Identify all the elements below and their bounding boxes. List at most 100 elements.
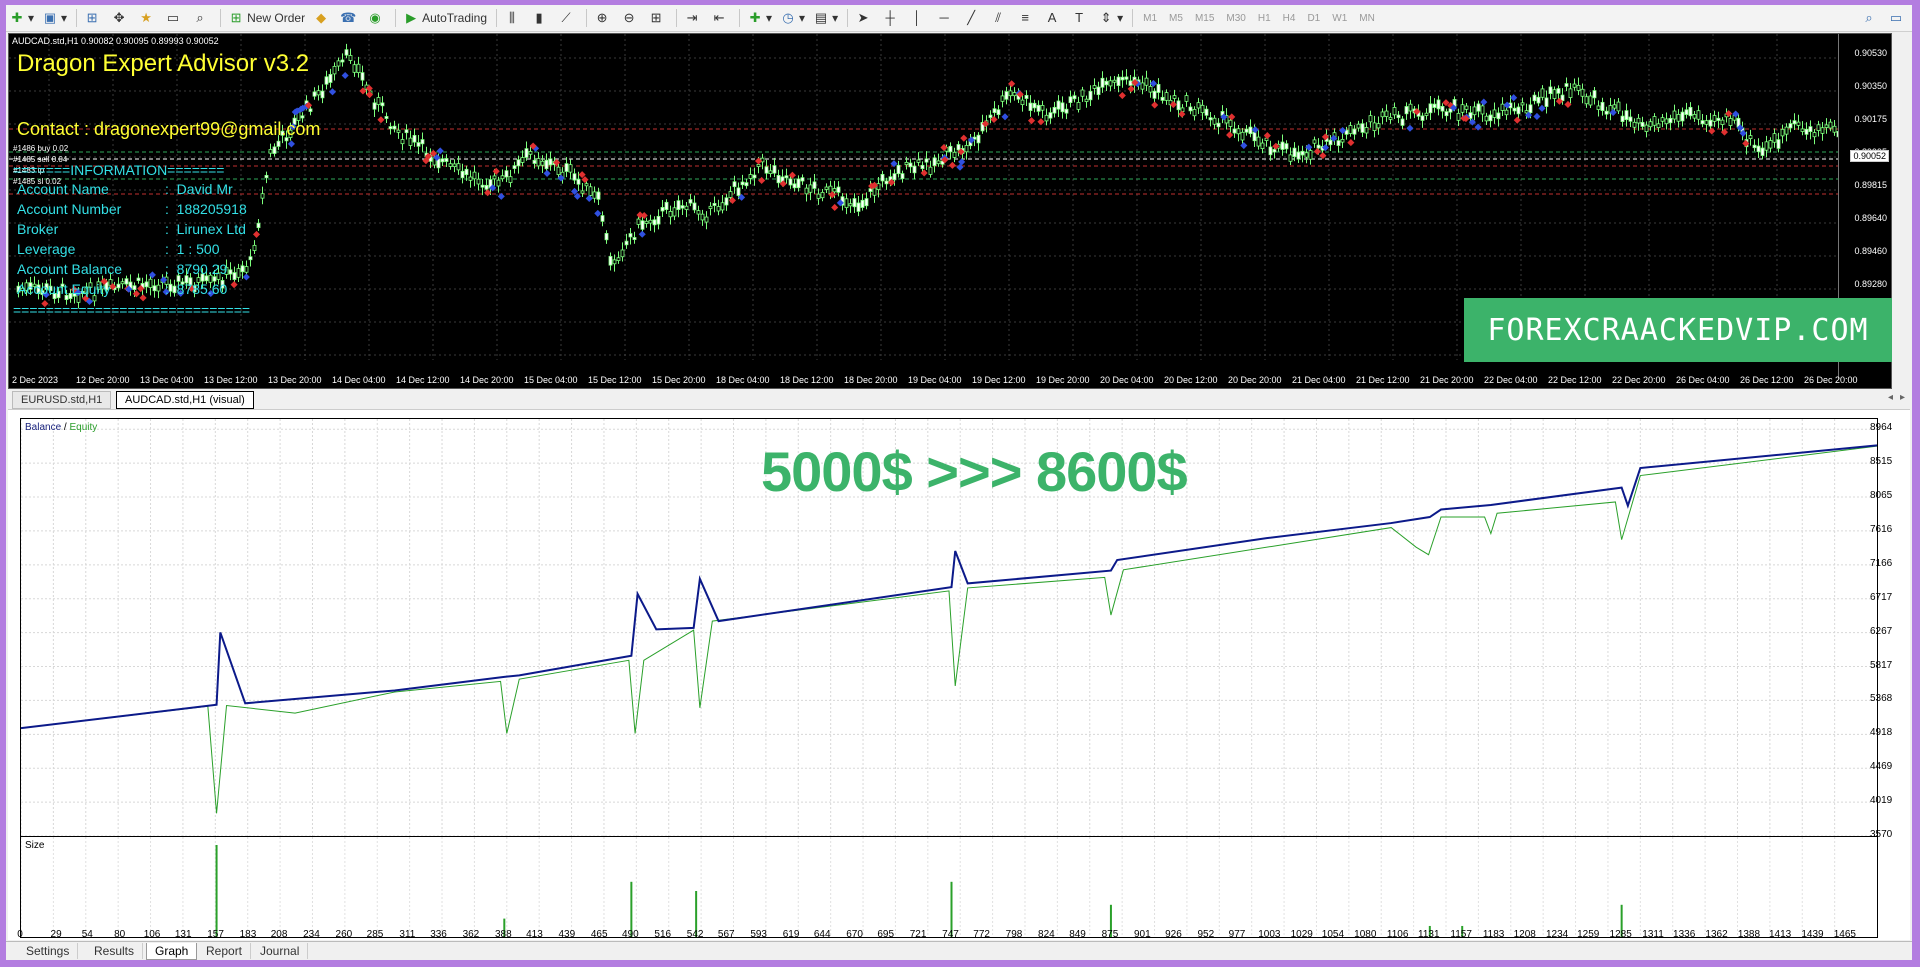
zoom-out-button[interactable]: ⊖ (618, 7, 643, 29)
tab-audcad-visual[interactable]: AUDCAD.std,H1 (visual) (116, 391, 254, 409)
tf-m15[interactable]: M15 (1189, 13, 1220, 24)
autotrading-label: AutoTrading (422, 11, 488, 25)
candle-body (248, 256, 253, 261)
templates-button[interactable]: ▤ ▾ (810, 7, 841, 29)
indicators-button[interactable]: ✚ ▾ (744, 7, 775, 29)
x-tick-label: 1054 (1321, 929, 1345, 940)
chat-button[interactable]: ▭ (1885, 7, 1910, 29)
candle-body (544, 159, 549, 170)
navigator-button[interactable]: ★ (135, 7, 160, 29)
tf-h1[interactable]: H1 (1252, 13, 1277, 24)
data-window-button[interactable]: ✥ (108, 7, 133, 29)
chart-shift-button[interactable]: ⇤ (708, 7, 733, 29)
candle-body (1368, 115, 1373, 123)
tab-settings[interactable]: Settings (18, 943, 79, 959)
market-watch-button[interactable]: ⊞ (81, 7, 106, 29)
candle-body (324, 76, 329, 85)
candle-body (772, 165, 777, 174)
x-tick-label: 824 (1038, 929, 1055, 940)
tab-results[interactable]: Results (86, 943, 144, 959)
signals-button[interactable]: ☎ (337, 7, 362, 29)
search-button[interactable]: ⌕ (1858, 7, 1883, 29)
candle-body (1384, 110, 1389, 117)
candle-body (632, 237, 637, 240)
candle-body (1548, 86, 1553, 95)
candle-body (1040, 105, 1045, 111)
new-chart-button[interactable]: ✚ ▾ (6, 7, 37, 29)
candle-body (1020, 99, 1025, 106)
candle-body (1444, 111, 1449, 117)
arrows-button[interactable]: ⇕ ▾ (1095, 7, 1126, 29)
x-tick-label: 29 (50, 929, 62, 940)
horizontal-line-button[interactable]: ─ (933, 7, 958, 29)
price-chart[interactable]: AUDCAD.std,H1 0.90082 0.90095 0.89993 0.… (8, 33, 1892, 389)
tab-journal[interactable]: Journal (252, 943, 309, 959)
tab-scroll-left-icon[interactable]: ◂ (1888, 392, 1893, 403)
text-button[interactable]: A (1041, 7, 1066, 29)
market-button[interactable]: ◉ (364, 7, 389, 29)
vertical-line-button[interactable]: │ (906, 7, 931, 29)
zoom-out-icon: ⊖ (623, 10, 635, 25)
candle-body (244, 266, 249, 273)
candle-body (508, 176, 513, 183)
tab-eurusd[interactable]: EURUSD.std,H1 (12, 391, 112, 409)
price-label: 0.90530 (1854, 48, 1887, 58)
legend-balance: Balance (25, 422, 62, 433)
periods-button[interactable]: ◷ ▾ (777, 7, 808, 29)
auto-scroll-button[interactable]: ⇥ (681, 7, 706, 29)
tf-h4[interactable]: H4 (1277, 13, 1302, 24)
candle-body (276, 140, 281, 147)
zoom-in-button[interactable]: ⊕ (591, 7, 616, 29)
trade-marker (831, 203, 839, 211)
profiles-button[interactable]: ▣ ▾ (39, 7, 70, 29)
terminal-button[interactable]: ▭ (162, 7, 187, 29)
candle-body (836, 186, 841, 193)
candlestick-button[interactable]: ▮ (528, 7, 553, 29)
y-tick-label: 7166 (1870, 557, 1893, 569)
tf-m5[interactable]: M5 (1163, 13, 1189, 24)
candle-body (1800, 128, 1805, 132)
candle-body (924, 158, 929, 163)
y-tick-label: 4019 (1870, 795, 1893, 807)
cursor-icon: ➤ (857, 10, 869, 25)
cursor-button[interactable]: ➤ (852, 7, 877, 29)
strategy-tester-button[interactable]: ⌕ (189, 7, 214, 29)
fibonacci-button[interactable]: ≡ (1014, 7, 1039, 29)
equidistant-channel-button[interactable]: ⫽ (987, 7, 1012, 29)
tf-mn[interactable]: MN (1353, 13, 1381, 24)
tab-graph[interactable]: Graph (146, 943, 198, 960)
tf-w1[interactable]: W1 (1326, 13, 1353, 24)
candle-body (1792, 120, 1797, 125)
candle-body (1188, 106, 1193, 112)
candle-body (736, 187, 741, 196)
candle-body (1148, 85, 1153, 93)
line-chart-button[interactable]: ⟋ (555, 7, 580, 29)
metaeditor-button[interactable]: ◆ (310, 7, 335, 29)
tf-d1[interactable]: D1 (1301, 13, 1326, 24)
price-label: 0.90350 (1854, 81, 1887, 91)
autotrading-button[interactable]: ▶ AutoTrading (400, 7, 490, 29)
candle-body (688, 199, 693, 204)
watermark-banner: FOREXCRAACKEDVIP.COM (1464, 298, 1892, 362)
bar-chart-button[interactable]: ⫼ (501, 7, 526, 29)
candle-body (1812, 132, 1817, 138)
crosshair-button[interactable]: ┼ (879, 7, 904, 29)
time-label: 19 Dec 12:00 (972, 375, 1026, 385)
y-tick-label: 4469 (1870, 761, 1893, 773)
tab-scroll-right-icon[interactable]: ▸ (1900, 392, 1905, 403)
time-label: 13 Dec 04:00 (140, 375, 194, 385)
chart-legend: Balance / Equity (25, 422, 97, 433)
text-label-button[interactable]: T (1068, 7, 1093, 29)
channel-icon: ⫽ (995, 10, 1002, 25)
tab-report[interactable]: Report (198, 943, 252, 959)
tf-m1[interactable]: M1 (1137, 13, 1163, 24)
candle-body (1460, 104, 1465, 113)
trendline-button[interactable]: ╱ (960, 7, 985, 29)
candle-body (1208, 117, 1213, 121)
trade-marker (1510, 94, 1518, 102)
tf-m30[interactable]: M30 (1220, 13, 1251, 24)
new-order-button[interactable]: ⊞ New Order (225, 7, 308, 29)
tile-windows-button[interactable]: ⊞ (645, 7, 670, 29)
zoom-in-icon: ⊕ (596, 10, 608, 25)
candle-body (1048, 112, 1053, 119)
